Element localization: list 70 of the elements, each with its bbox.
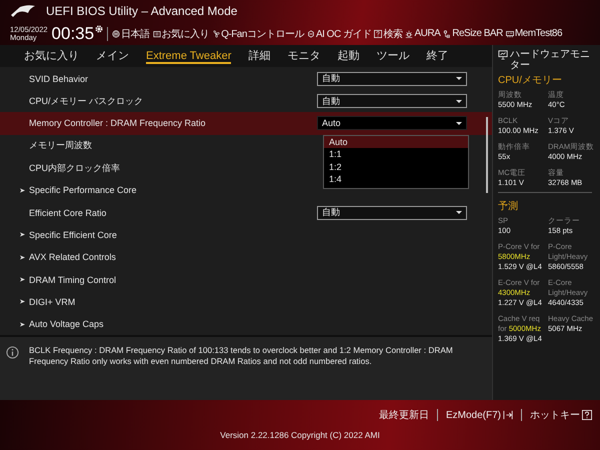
menu-tab[interactable]: 終了: [426, 46, 448, 66]
dropdown-field[interactable]: 自動: [317, 72, 467, 86]
globe-icon: [112, 30, 120, 38]
question-mark-icon: [582, 410, 592, 420]
caret-icon: [456, 211, 462, 214]
menu-tab[interactable]: モニタ: [287, 46, 320, 66]
window-title: UEFI BIOS Utility – Advanced Mode: [46, 4, 238, 18]
dropdown-option[interactable]: 1:4: [324, 173, 468, 186]
chevron-right-icon: [20, 277, 25, 282]
dropdown-option[interactable]: Auto: [324, 136, 468, 148]
dropdown-field[interactable]: 自動: [317, 206, 467, 220]
section-title: 予測: [498, 200, 519, 213]
ezmode-button[interactable]: EzMode(F7): [446, 410, 513, 420]
caret-icon: [456, 100, 462, 103]
setting-label: DIGI+ VRM: [29, 296, 76, 307]
setting-label: メモリー周波数: [29, 139, 92, 152]
setting-label: Efficient Core Ratio: [29, 208, 106, 218]
menu-tab[interactable]: ツール: [376, 46, 410, 66]
setting-label: Auto Voltage Caps: [29, 319, 104, 330]
hotkeys-button[interactable]: ホットキー: [530, 408, 592, 422]
dropdown-option[interactable]: 1:1: [324, 148, 468, 161]
settings-icon[interactable]: [95, 25, 104, 33]
menu-tab[interactable]: 起動: [337, 46, 360, 66]
chevron-right-icon: [20, 188, 25, 193]
dropdown-option[interactable]: 1:2: [324, 160, 468, 174]
toolbar-button[interactable]: AURA: [405, 28, 440, 39]
toolbar-button[interactable]: 検索: [374, 26, 402, 40]
dropdown-field[interactable]: Auto: [317, 116, 467, 130]
setting-label: CPU/メモリー バスクロック: [29, 94, 144, 108]
setting-label: Specific Efficient Core: [29, 230, 117, 240]
monitor-icon: [498, 50, 508, 60]
key-icon: [443, 30, 452, 38]
setting-label: CPU内部クロック倍率: [29, 162, 120, 175]
toolbar-button[interactable]: 日本語: [112, 26, 150, 40]
clock-time: 00:35: [52, 24, 94, 44]
menu-tab[interactable]: 詳細: [248, 46, 270, 66]
toolbar-button[interactable]: Q-Fanコントロール: [212, 26, 304, 40]
caret-icon: [456, 122, 462, 125]
chevron-right-icon: [20, 232, 25, 238]
exit-icon: [503, 410, 513, 420]
folder-icon: [152, 30, 161, 38]
menu-tab[interactable]: メイン: [96, 46, 129, 66]
memory-icon: [506, 30, 514, 38]
panel-title: ハードウェアモニター: [510, 49, 590, 71]
chip-icon: [306, 30, 315, 38]
last-modified-button[interactable]: 最終更新日: [378, 408, 429, 422]
help-text: BCLK Frequency : DRAM Frequency Ratio of 100:133 tends to overclock better and 1:2 Memory Controller : DRAM Frequency Ratio only works with even numbered DRAM Ratios and not odd numbered ratios.: [29, 345, 454, 368]
toolbar-button[interactable]: AI OC ガイド: [306, 26, 372, 40]
chevron-right-icon: [20, 322, 25, 327]
chevron-right-icon: [20, 254, 25, 260]
menu-tab[interactable]: お気に入り: [24, 46, 79, 66]
setting-label: Memory Controller : DRAM Frequency Ratio: [29, 118, 206, 128]
toolbar-button[interactable]: MemTest86: [506, 28, 562, 39]
section-title: CPU/メモリー: [498, 74, 563, 87]
question-mark-icon: [374, 30, 382, 38]
toolbar-button[interactable]: ReSize BAR: [443, 28, 503, 39]
setting-label: SVID Behavior: [29, 74, 88, 84]
scrollbar[interactable]: [486, 116, 488, 193]
chevron-right-icon: [20, 299, 25, 304]
setting-label: AVX Related Controls: [29, 252, 116, 262]
setting-label: DRAM Timing Control: [29, 274, 116, 285]
version-text: Version 2.22.1286 Copyright (C) 2022 AMI: [220, 430, 380, 440]
toolbar-button[interactable]: お気に入り: [152, 26, 210, 40]
sun-icon: [405, 30, 414, 38]
logo-icon: [10, 4, 36, 18]
fan-icon: [212, 30, 220, 38]
menu-tab[interactable]: Extreme Tweaker: [146, 48, 232, 64]
dropdown-field[interactable]: 自動: [317, 94, 467, 108]
info-icon: [6, 346, 19, 360]
caret-icon: [456, 77, 462, 80]
